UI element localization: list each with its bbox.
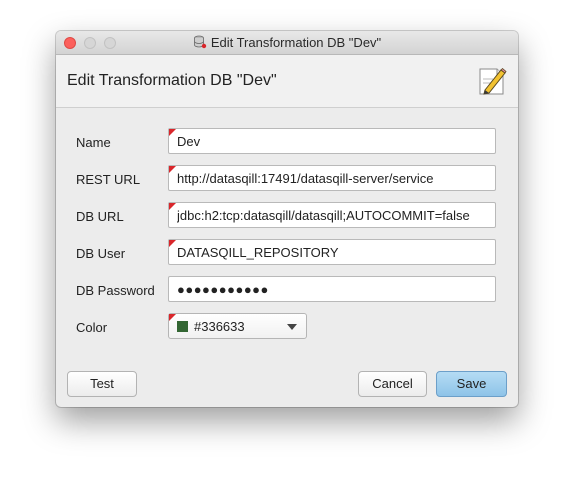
db-url-label: DB URL: [76, 209, 124, 224]
dialog-title: Edit Transformation DB "Dev": [67, 72, 277, 89]
name-label: Name: [76, 135, 111, 150]
rest-url-field[interactable]: http://datasqill:17491/datasqill-server/…: [168, 165, 496, 191]
database-icon: [193, 35, 207, 52]
cancel-button[interactable]: Cancel: [358, 371, 427, 397]
db-password-value: ●●●●●●●●●●●: [177, 282, 269, 297]
color-value: #336633: [194, 319, 245, 334]
required-marker: [169, 240, 176, 247]
edit-db-dialog: Edit Transformation DB "Dev" Edit Transf…: [56, 31, 518, 407]
db-user-value: DATASQILL_REPOSITORY: [177, 245, 339, 260]
name-value: Dev: [177, 134, 201, 149]
db-url-value: jdbc:h2:tcp:datasqill/datasqill;AUTOCOMM…: [177, 208, 470, 223]
save-button[interactable]: Save: [436, 371, 507, 397]
rest-url-label: REST URL: [76, 172, 141, 187]
name-field[interactable]: Dev: [168, 128, 496, 154]
dialog-header: Edit Transformation DB "Dev": [56, 55, 518, 108]
required-marker: [169, 203, 176, 210]
color-swatch: [177, 321, 188, 332]
color-picker-dropdown[interactable]: #336633: [168, 313, 307, 339]
chevron-down-icon: [287, 324, 297, 330]
db-user-field[interactable]: DATASQILL_REPOSITORY: [168, 239, 496, 265]
db-user-label: DB User: [76, 246, 126, 261]
db-url-field[interactable]: jdbc:h2:tcp:datasqill/datasqill;AUTOCOMM…: [168, 202, 496, 228]
db-password-label: DB Password: [76, 283, 155, 298]
window-title: Edit Transformation DB "Dev": [210, 35, 382, 50]
window-title-wrap: Edit Transformation DB "Dev": [56, 35, 518, 52]
edit-pencil-icon: [477, 65, 507, 100]
db-password-field[interactable]: ●●●●●●●●●●●: [168, 276, 496, 302]
title-bar[interactable]: Edit Transformation DB "Dev": [56, 31, 518, 55]
required-marker: [169, 166, 176, 173]
required-marker: [169, 314, 176, 321]
required-marker: [169, 129, 176, 136]
rest-url-value: http://datasqill:17491/datasqill-server/…: [177, 171, 434, 186]
test-button[interactable]: Test: [67, 371, 137, 397]
color-label: Color: [76, 320, 108, 335]
